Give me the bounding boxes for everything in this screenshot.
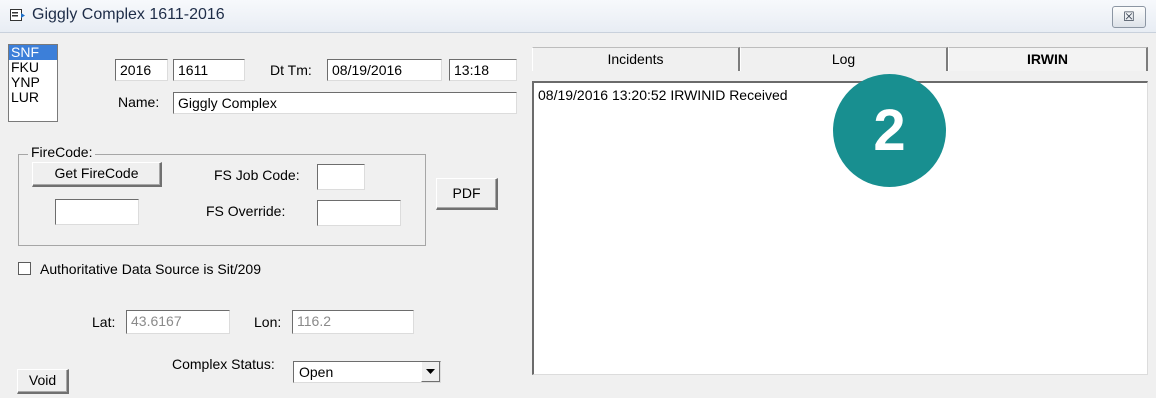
pdf-button[interactable]: PDF xyxy=(436,178,498,210)
log-entry: 08/19/2016 13:20:52 IRWINID Received xyxy=(538,87,788,103)
lat-label: Lat: xyxy=(92,314,116,330)
year-field[interactable]: 2016 xyxy=(115,59,168,81)
get-firecode-button[interactable]: Get FireCode xyxy=(32,162,162,187)
tab-log[interactable]: Log xyxy=(740,47,948,71)
authoritative-checkbox[interactable] xyxy=(18,262,31,275)
lon-field[interactable]: 116.2 xyxy=(292,310,414,334)
complex-status-label: Complex Status: xyxy=(172,356,275,372)
void-button[interactable]: Void xyxy=(17,369,69,394)
firecode-field[interactable] xyxy=(55,199,139,225)
name-field[interactable]: Giggly Complex xyxy=(173,92,517,114)
dttm-label: Dt Tm: xyxy=(270,62,312,78)
unit-list-item[interactable]: YNP xyxy=(9,75,57,90)
date-field[interactable]: 08/19/2016 xyxy=(327,59,442,81)
dropdown-button[interactable] xyxy=(421,362,440,382)
tab-label: Incidents xyxy=(607,51,664,67)
fs-override-label: FS Override: xyxy=(206,203,286,219)
unit-list-item[interactable]: SNF xyxy=(9,45,57,60)
incident-number-field[interactable]: 1611 xyxy=(173,59,245,81)
lat-field[interactable]: 43.6167 xyxy=(126,310,230,334)
tab-label: Log xyxy=(831,51,856,67)
complex-status-select[interactable]: Open xyxy=(293,361,441,383)
fs-override-field[interactable] xyxy=(317,200,401,226)
tab-irwin[interactable]: IRWIN xyxy=(948,47,1148,71)
close-button[interactable]: ☒ xyxy=(1112,6,1146,28)
name-label: Name: xyxy=(118,94,160,110)
close-icon: ☒ xyxy=(1123,9,1135,24)
tab-incidents[interactable]: Incidents xyxy=(532,47,740,71)
window-title: Giggly Complex 1611-2016 xyxy=(32,6,225,23)
time-field[interactable]: 13:18 xyxy=(449,59,517,81)
unit-list-item[interactable]: FKU xyxy=(9,60,57,75)
app-icon xyxy=(10,9,25,21)
dropdown-arrow-icon xyxy=(426,369,435,374)
unit-listbox[interactable]: SNF FKU YNP LUR xyxy=(8,44,58,122)
tab-label: IRWIN xyxy=(1027,51,1068,67)
fs-job-code-label: FS Job Code: xyxy=(214,167,300,183)
application-window: Giggly Complex 1611-2016 ☒ SNF FKU YNP L… xyxy=(0,0,1156,398)
firecode-group-label: FireCode: xyxy=(28,144,96,160)
lon-label: Lon: xyxy=(254,314,282,330)
fs-job-code-field[interactable] xyxy=(317,164,365,190)
title-bar: Giggly Complex 1611-2016 ☒ xyxy=(0,0,1156,33)
complex-status-value: Open xyxy=(299,364,334,380)
authoritative-label: Authoritative Data Source is Sit/209 xyxy=(40,261,262,277)
unit-list-item[interactable]: LUR xyxy=(9,90,57,105)
callout-badge: 2 xyxy=(833,74,946,187)
